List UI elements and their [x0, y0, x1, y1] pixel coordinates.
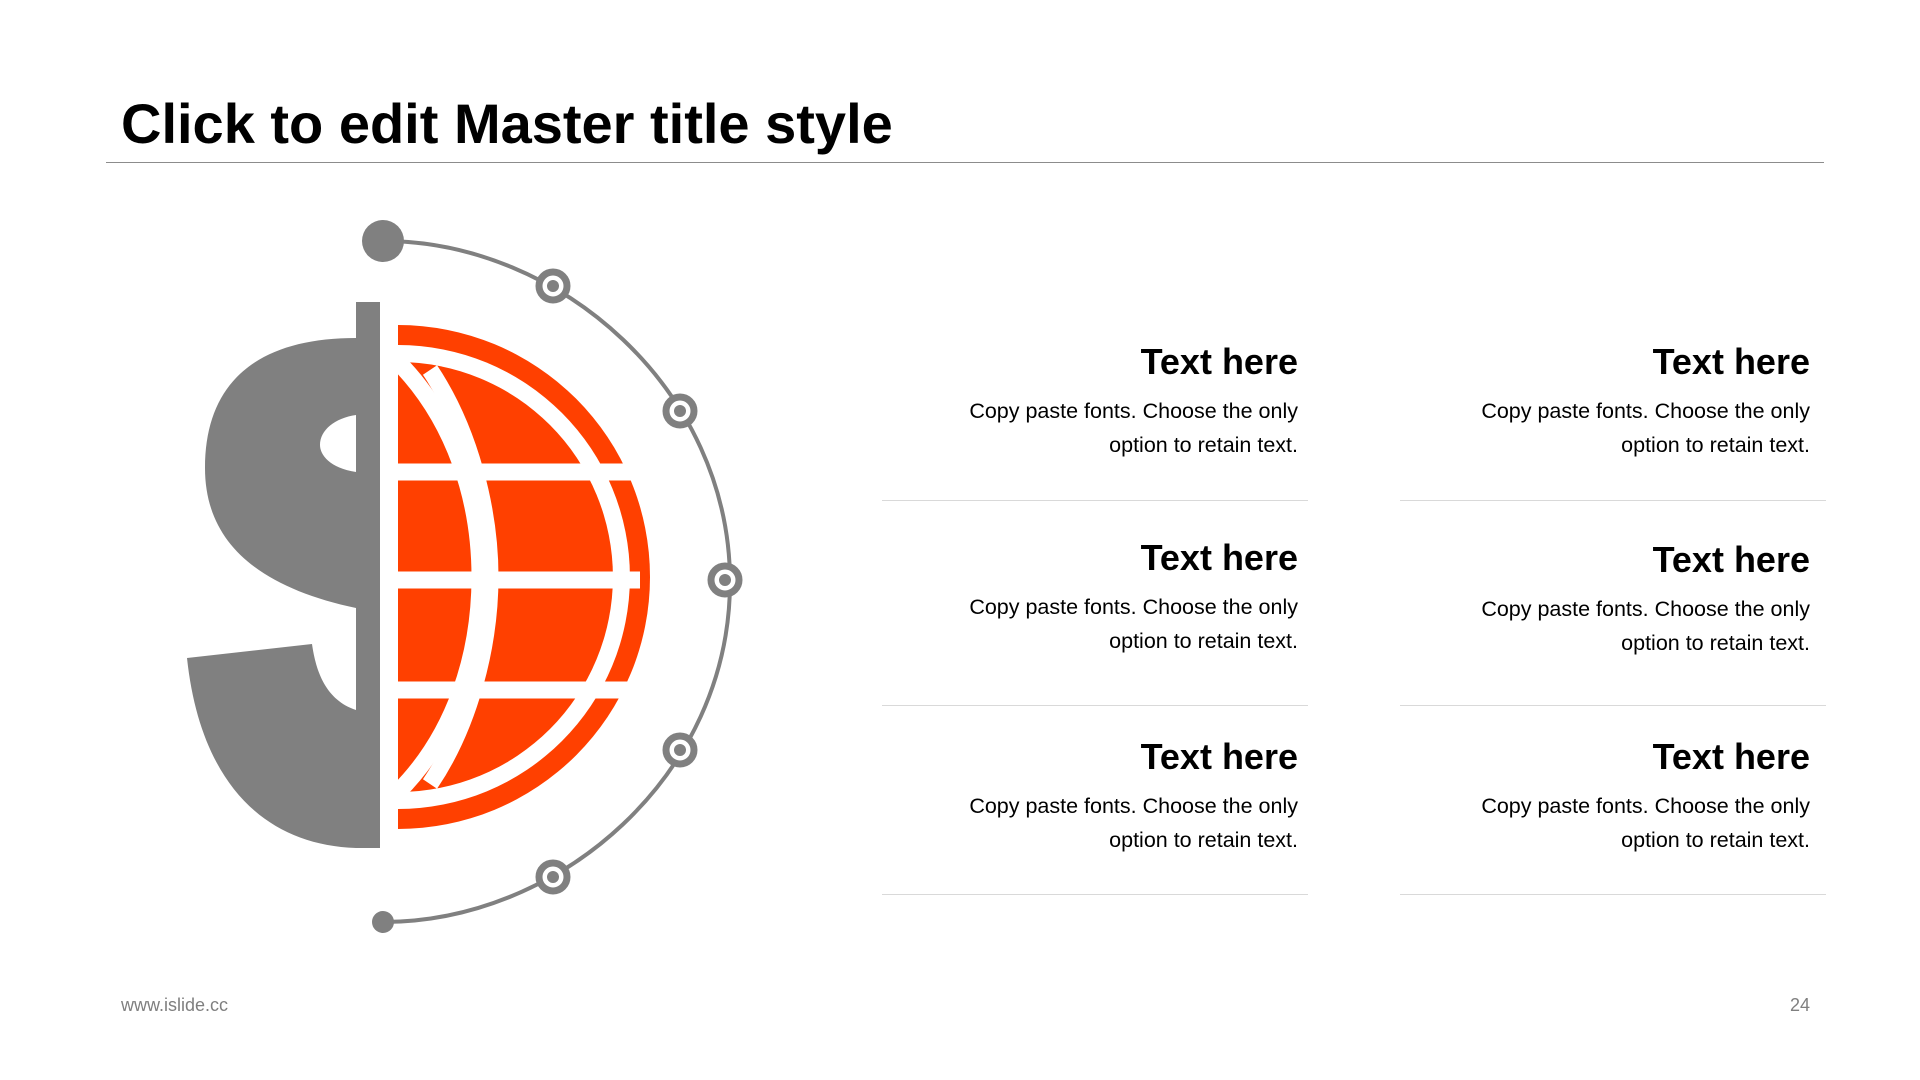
item-heading: Text here [1140, 341, 1298, 382]
globe-icon [391, 325, 650, 829]
text-item-2[interactable]: Text here Copy paste fonts. Choose the o… [1420, 340, 1810, 462]
divider [1400, 500, 1826, 501]
item-body: Copy paste fonts. Choose the only option… [969, 399, 1298, 457]
divider [1400, 894, 1826, 895]
text-item-4[interactable]: Text here Copy paste fonts. Choose the o… [1420, 538, 1810, 660]
text-item-6[interactable]: Text here Copy paste fonts. Choose the o… [1420, 735, 1810, 857]
text-item-5[interactable]: Text here Copy paste fonts. Choose the o… [908, 735, 1298, 857]
item-body: Copy paste fonts. Choose the only option… [1481, 794, 1810, 852]
item-body: Copy paste fonts. Choose the only option… [1481, 399, 1810, 457]
page-number: 24 [1789, 995, 1810, 1015]
divider [882, 705, 1308, 706]
item-heading: Text here [1652, 539, 1810, 580]
divider [882, 500, 1308, 501]
item-heading: Text here [1140, 736, 1298, 777]
item-body: Copy paste fonts. Choose the only option… [1481, 597, 1810, 655]
item-heading: Text here [1140, 537, 1298, 578]
item-heading: Text here [1652, 736, 1810, 777]
dollar-sign-icon [187, 302, 380, 848]
divider [1400, 705, 1826, 706]
item-body: Copy paste fonts. Choose the only option… [969, 794, 1298, 852]
divider [882, 894, 1308, 895]
text-item-3[interactable]: Text here Copy paste fonts. Choose the o… [908, 536, 1298, 658]
item-body: Copy paste fonts. Choose the only option… [969, 595, 1298, 653]
item-heading: Text here [1652, 341, 1810, 382]
footer-url: www.islide.cc [121, 995, 229, 1015]
text-item-1[interactable]: Text here Copy paste fonts. Choose the o… [908, 340, 1298, 462]
